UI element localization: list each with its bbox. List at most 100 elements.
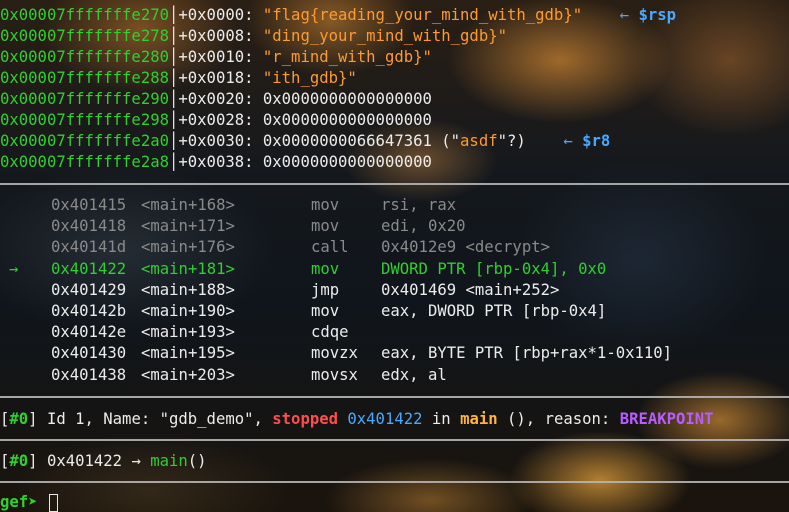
trace-function[interactable]: main	[150, 452, 188, 470]
text-cursor	[48, 493, 58, 512]
stack-offset: +0x0008:	[178, 27, 263, 45]
stack-row: 0x00007fffffffe2a8│+0x0038: 0x0000000000…	[0, 152, 432, 173]
stack-string-value: ding_your_mind_with_gdb}	[272, 27, 498, 45]
stack-address[interactable]: 0x00007fffffffe290	[0, 90, 169, 108]
thread-address[interactable]: 0x401422	[347, 410, 422, 428]
thread-info: Id 1, Name: "gdb_demo",	[46, 410, 273, 428]
stack-address[interactable]: 0x00007fffffffe288	[0, 69, 169, 87]
trace-parens: ()	[187, 452, 207, 470]
pane-separator	[0, 183, 789, 185]
stack-divider: │	[169, 48, 179, 66]
stack-string-value: ith_gdb}	[272, 69, 348, 87]
pane-separator	[0, 439, 789, 441]
instruction-address[interactable]: 0x401438	[51, 365, 126, 386]
stack-address[interactable]: 0x00007fffffffe280	[0, 48, 169, 66]
instruction-symbol: <main+188>	[141, 280, 235, 299]
code-row: 0x40141d <main+176> call 0x4012e9 <decrypt>	[0, 237, 789, 258]
stack-divider: │	[169, 90, 179, 108]
stack-row: 0x00007fffffffe290│+0x0020: 0x0000000000…	[0, 89, 432, 110]
instruction-address[interactable]: 0x401415	[51, 195, 126, 216]
stack-quote: "	[422, 48, 432, 66]
code-row: → 0x401422 <main+181> mov DWORD PTR [rbp-0x4…	[0, 259, 789, 280]
instruction-address[interactable]: 0x40142e	[51, 322, 126, 343]
thread-bracket: ]	[28, 410, 47, 428]
stack-quote: "	[262, 6, 273, 24]
stack-address[interactable]: 0x00007fffffffe2a0	[0, 132, 169, 150]
trace-bracket: [	[0, 452, 10, 470]
instruction-operands: 0x401469 <main+252>	[381, 280, 560, 299]
instruction-symbol: <main+203>	[141, 365, 235, 384]
stack-row: 0x00007fffffffe288│+0x0018: "ith_gdb}"	[0, 68, 357, 89]
code-row: 0x401430 <main+195> movzx eax, BYTE PTR [rb…	[0, 343, 789, 364]
command-prompt[interactable]: gef➤	[0, 492, 58, 512]
stack-quote: "	[572, 6, 583, 24]
trace-frame-id[interactable]: #0	[9, 452, 28, 470]
trace-bracket: ]	[28, 452, 47, 470]
thread-function[interactable]: main	[460, 410, 498, 428]
instruction-mnemonic: movzx	[311, 344, 358, 363]
code-row: 0x401418 <main+171> mov edi, 0x20	[0, 216, 789, 237]
instruction-address[interactable]: 0x40141d	[51, 237, 126, 258]
stack-quote: "	[347, 69, 357, 87]
stack-quote: "	[262, 27, 273, 45]
stack-divider: │	[169, 153, 179, 171]
stack-offset: +0x0000:	[178, 6, 263, 24]
stack-divider: │	[169, 132, 179, 150]
instruction-symbol: <main+176>	[141, 238, 235, 257]
instruction-symbol: <main+168>	[141, 196, 235, 214]
instruction-operands: 0x4012e9 <decrypt>	[381, 238, 550, 257]
instruction-address[interactable]: 0x40142b	[51, 301, 126, 322]
prompt-label: gef➤	[0, 493, 47, 511]
stack-offset: +0x0030:	[178, 132, 263, 150]
stack-offset: +0x0028:	[178, 111, 263, 129]
stack-divider: │	[169, 6, 179, 24]
register-arrow: ←	[525, 132, 583, 150]
instruction-mnemonic: call	[311, 238, 349, 257]
stack-value: 0x0000000000000000	[262, 111, 432, 129]
instruction-symbol: <main+193>	[141, 323, 235, 342]
code-row: 0x401438 <main+203> movsx edx, al	[0, 365, 789, 386]
instruction-address[interactable]: 0x401422	[51, 259, 126, 280]
instruction-mnemonic: mov	[311, 217, 340, 236]
instruction-operands: edx, al	[381, 365, 447, 384]
instruction-mnemonic: movsx	[311, 365, 358, 384]
gdb-terminal-window[interactable]: 0x00007fffffffe270│+0x0000: "flag{readin…	[0, 0, 789, 512]
pane-separator	[0, 481, 789, 483]
stack-row: 0x00007fffffffe280│+0x0010: "r_mind_with…	[0, 47, 432, 68]
stack-row: 0x00007fffffffe270│+0x0000: "flag{readin…	[0, 5, 676, 26]
stack-divider: │	[169, 27, 179, 45]
thread-id[interactable]: #0	[9, 410, 28, 428]
stack-address[interactable]: 0x00007fffffffe2a8	[0, 153, 169, 171]
register-label: $rsp	[638, 6, 677, 24]
stack-address[interactable]: 0x00007fffffffe278	[0, 27, 169, 45]
stack-divider: │	[169, 69, 179, 87]
stack-row: 0x00007fffffffe278│+0x0008: "ding_your_m…	[0, 26, 507, 47]
stack-string-value: flag{reading_your_mind_with_gdb}	[272, 6, 573, 24]
trace-address[interactable]: 0x401422	[47, 452, 122, 470]
code-row: 0x401429 <main+188> jmp 0x401469 <main+252>	[0, 280, 789, 301]
instruction-operands: edi, 0x20	[381, 217, 466, 236]
instruction-mnemonic: cdqe	[311, 323, 349, 342]
thread-bracket: [	[0, 410, 10, 428]
stack-value: 0x0000000000000000	[262, 90, 432, 108]
code-row: 0x40142b <main+190> mov eax, DWORD PTR [rbp…	[0, 301, 789, 322]
stack-value-suffix: "?)	[497, 132, 526, 150]
stack-offset: +0x0020:	[178, 90, 263, 108]
stack-string-value: r_mind_with_gdb}	[272, 48, 423, 66]
code-row: 0x40142e <main+193> cdqe	[0, 322, 789, 343]
instruction-address[interactable]: 0x401418	[51, 216, 126, 237]
trace-line: [#0] 0x401422 → main()	[0, 451, 207, 472]
stack-row: 0x00007fffffffe298│+0x0028: 0x0000000000…	[0, 110, 432, 131]
stack-quote: "	[497, 27, 507, 45]
stack-address[interactable]: 0x00007fffffffe298	[0, 111, 169, 129]
thread-stop-reason: BREAKPOINT	[619, 410, 714, 428]
threads-line: [#0] Id 1, Name: "gdb_demo", stopped 0x4…	[0, 410, 714, 428]
instruction-address[interactable]: 0x401429	[51, 280, 126, 301]
register-arrow: ←	[582, 6, 639, 24]
stack-offset: +0x0010:	[178, 48, 263, 66]
stack-offset: +0x0038:	[178, 153, 263, 171]
instruction-symbol: <main+181>	[141, 259, 235, 278]
instruction-address[interactable]: 0x401430	[51, 343, 126, 364]
stack-address[interactable]: 0x00007fffffffe270	[0, 6, 169, 24]
stack-string-value: asdf	[460, 132, 498, 150]
